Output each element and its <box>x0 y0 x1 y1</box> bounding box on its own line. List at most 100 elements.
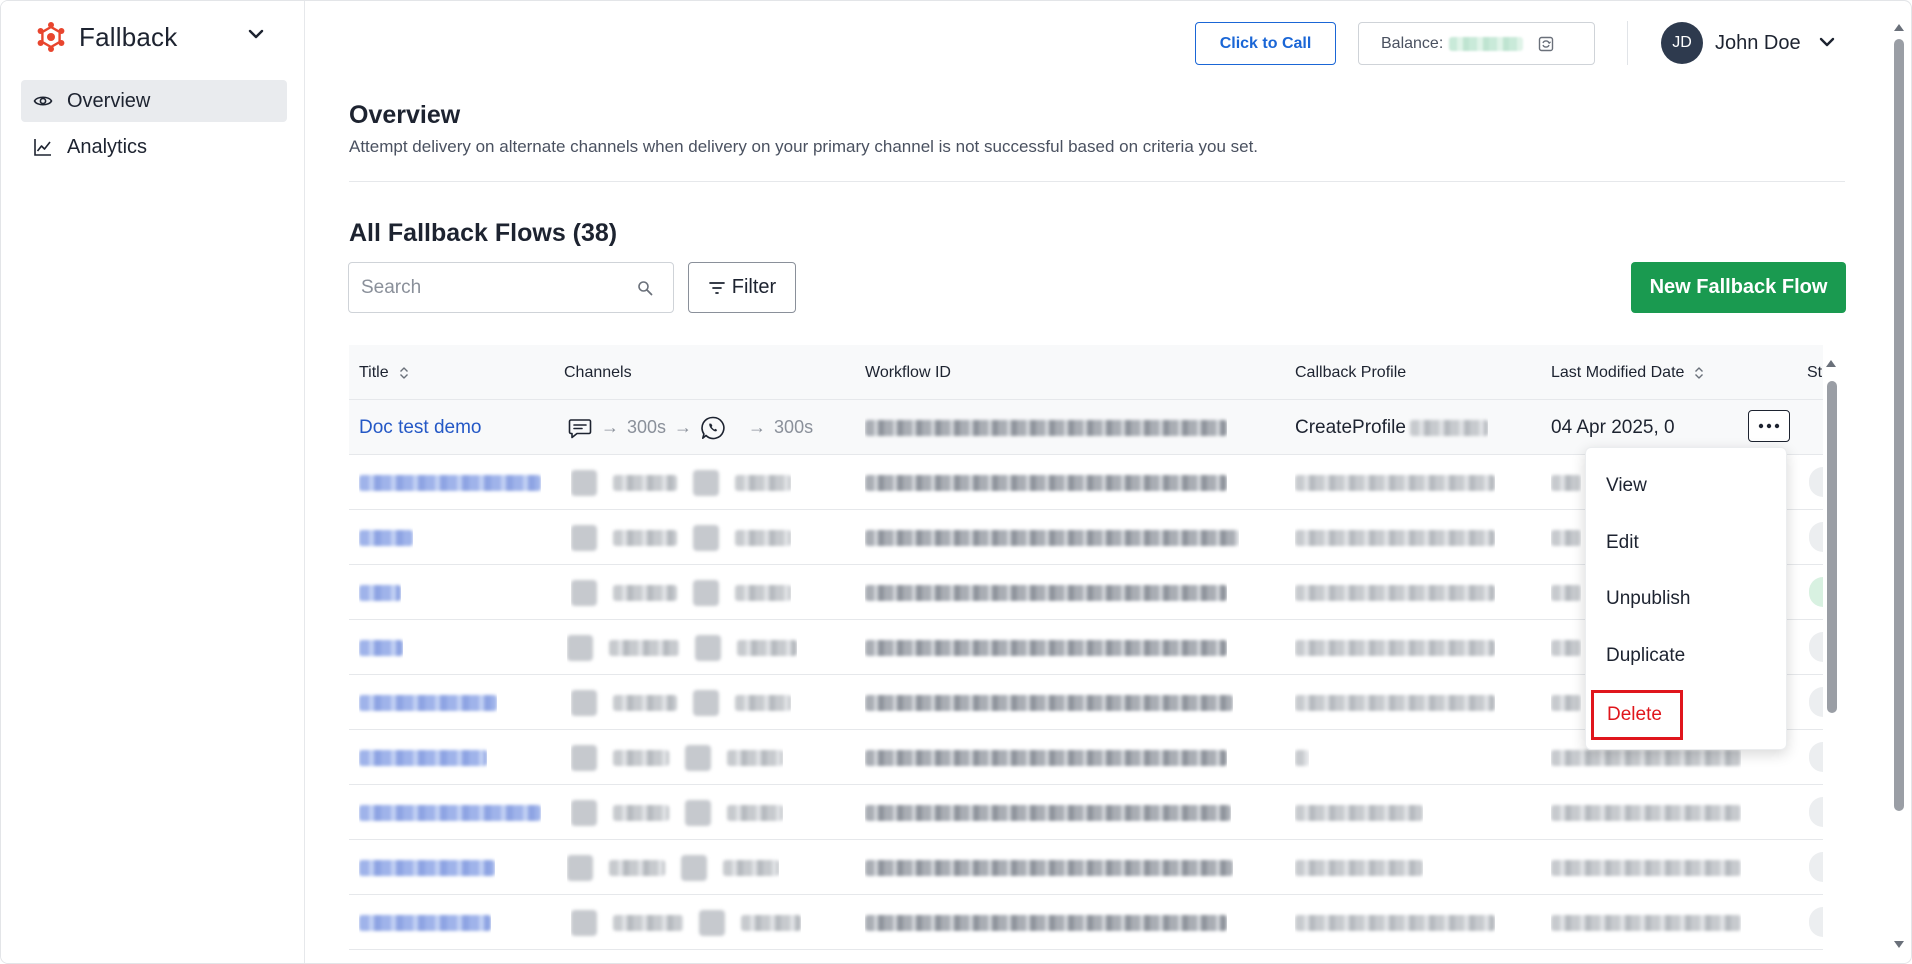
row-date-cell <box>1551 620 1581 675</box>
scroll-up-arrow-icon[interactable] <box>1892 21 1906 33</box>
row-callback-cell <box>1295 510 1495 565</box>
channel-icon-redacted <box>685 799 711 826</box>
row-date-cell <box>1551 895 1741 950</box>
search-input[interactable] <box>349 263 629 312</box>
column-title[interactable]: Title <box>359 345 411 400</box>
title-redacted[interactable] <box>359 529 413 546</box>
brand[interactable]: Fallback <box>35 19 177 55</box>
chevron-down-icon[interactable] <box>1816 31 1838 53</box>
date-redacted <box>1551 639 1581 656</box>
workflow-id-redacted <box>865 529 1239 546</box>
workflow-id-redacted <box>865 859 1233 876</box>
user-name[interactable]: John Doe <box>1715 32 1801 55</box>
status-badge <box>1809 797 1823 827</box>
search-icon[interactable] <box>637 280 653 296</box>
table-scrollbar[interactable] <box>1827 381 1837 713</box>
table-row[interactable] <box>349 895 1823 950</box>
callback-redacted <box>1295 804 1423 821</box>
sort-icon[interactable] <box>1692 366 1706 380</box>
title-redacted[interactable] <box>359 639 403 656</box>
menu-item-edit[interactable]: Edit <box>1606 532 1639 554</box>
delay-redacted <box>735 584 791 601</box>
status-badge <box>1809 632 1823 662</box>
column-last-modified-label: Last Modified Date <box>1551 363 1685 381</box>
table-row[interactable] <box>349 840 1823 895</box>
title-redacted[interactable] <box>359 749 487 766</box>
column-last-modified[interactable]: Last Modified Date <box>1551 345 1706 400</box>
row-workflow-id-cell <box>865 565 1227 620</box>
date-redacted <box>1551 804 1741 821</box>
sort-icon[interactable] <box>397 366 411 380</box>
channel-icon-redacted <box>571 799 597 826</box>
channel-icon-redacted <box>699 909 725 936</box>
channel-icon-redacted <box>693 689 719 716</box>
row-title-cell <box>359 895 491 950</box>
menu-item-view[interactable]: View <box>1606 475 1647 497</box>
header-divider <box>1627 21 1628 65</box>
flows-title: All Fallback Flows (38) <box>349 219 618 247</box>
filter-button[interactable]: Filter <box>688 262 796 313</box>
scroll-up-arrow-icon[interactable] <box>1824 357 1838 369</box>
sidebar-item-analytics[interactable]: Analytics <box>21 126 287 168</box>
workflow-id-redacted <box>865 584 1227 601</box>
date-redacted <box>1551 749 1741 766</box>
delay-redacted <box>613 529 677 546</box>
row-callback-cell <box>1295 675 1495 730</box>
title-redacted[interactable] <box>359 859 495 876</box>
menu-item-unpublish[interactable]: Unpublish <box>1606 588 1691 610</box>
row-title-cell <box>359 840 495 895</box>
title-redacted[interactable] <box>359 584 401 601</box>
sidebar-item-label: Overview <box>67 89 151 112</box>
delay-redacted <box>735 474 791 491</box>
new-fallback-flow-button[interactable]: New Fallback Flow <box>1631 262 1846 313</box>
flow-title-link[interactable]: Doc test demo <box>359 417 482 439</box>
date-redacted <box>1551 474 1581 491</box>
click-to-call-button[interactable]: Click to Call <box>1195 22 1336 65</box>
page-scrollbar[interactable] <box>1894 39 1904 811</box>
row-callback-cell <box>1295 730 1309 785</box>
row-title-cell <box>359 675 497 730</box>
balance-value-redacted <box>1449 36 1524 51</box>
menu-item-delete[interactable]: Delete <box>1607 704 1662 726</box>
channel-icon-redacted <box>571 524 597 551</box>
row-date-cell <box>1551 510 1581 565</box>
delay-redacted <box>613 914 683 931</box>
sidebar-item-overview[interactable]: Overview <box>21 80 287 122</box>
delay-redacted <box>609 639 679 656</box>
avatar[interactable]: JD <box>1661 22 1703 64</box>
callback-redacted <box>1295 639 1495 656</box>
arrow-right-icon: → <box>674 417 693 437</box>
brand-name: Fallback <box>79 21 178 52</box>
row-actions-button[interactable] <box>1748 410 1790 442</box>
whatsapp-icon <box>701 416 725 439</box>
row-callback-cell <box>1295 565 1495 620</box>
status-badge <box>1809 467 1823 497</box>
row-callback-cell <box>1295 620 1495 675</box>
arrow-right-icon: → <box>748 417 767 437</box>
row-workflow-id-cell <box>865 620 1227 675</box>
balance-widget: Balance: <box>1358 22 1595 65</box>
channel-icon-redacted <box>693 579 719 606</box>
title-redacted[interactable] <box>359 804 541 821</box>
workflow-id-redacted <box>865 474 1227 491</box>
row-title-cell <box>359 455 541 510</box>
row-callback-cell <box>1295 455 1495 510</box>
delay-redacted <box>741 914 801 931</box>
row-title-cell <box>359 620 403 675</box>
delay-redacted <box>727 804 783 821</box>
row-date-cell <box>1551 455 1581 510</box>
scroll-down-arrow-icon[interactable] <box>1892 939 1906 951</box>
refresh-icon[interactable] <box>1537 35 1555 53</box>
row-channels-cell <box>571 675 791 730</box>
channel-icon-redacted <box>571 469 597 496</box>
title-redacted[interactable] <box>359 914 491 931</box>
delay-redacted <box>613 584 677 601</box>
chevron-down-icon[interactable] <box>245 23 267 45</box>
title-redacted[interactable] <box>359 694 497 711</box>
title-redacted[interactable] <box>359 474 541 491</box>
menu-item-duplicate[interactable]: Duplicate <box>1606 645 1685 667</box>
row-workflow-id-cell <box>865 400 1227 455</box>
row-channels-cell <box>571 895 801 950</box>
channel-icon-redacted <box>571 689 597 716</box>
table-row[interactable] <box>349 785 1823 840</box>
